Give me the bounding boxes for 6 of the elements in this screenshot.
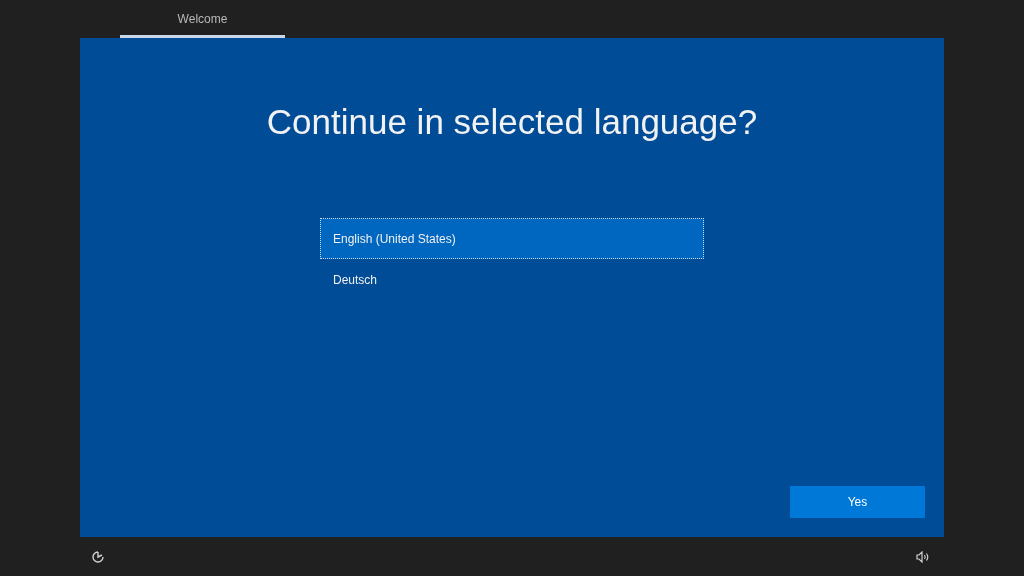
language-option[interactable]: Deutsch (320, 259, 704, 300)
page-title: Continue in selected language? (266, 102, 758, 142)
accessibility-icon[interactable] (91, 549, 105, 564)
speaker-icon[interactable] (916, 550, 930, 563)
yes-button[interactable]: Yes (790, 486, 925, 518)
language-option[interactable]: English (United States) (320, 218, 704, 259)
